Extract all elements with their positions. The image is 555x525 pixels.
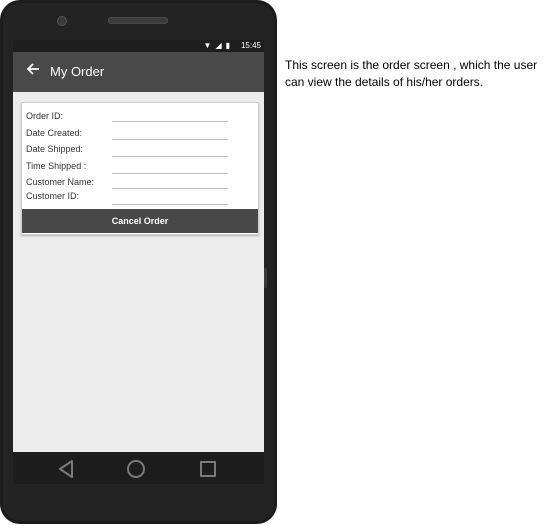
recent-square-icon[interactable] [200, 461, 216, 477]
field-label-customer-name: Customer Name: [26, 177, 95, 187]
field-input-customer-name[interactable] [112, 188, 228, 189]
page-title: My Order [50, 64, 105, 79]
cancel-order-button[interactable]: Cancel Order [22, 209, 258, 233]
earpiece-speaker [108, 17, 168, 24]
field-label-date-created: Date Created: [26, 128, 83, 138]
status-icons: ▼◢▮ [204, 41, 234, 50]
field-label-customer-id: Customer ID: [26, 191, 80, 201]
signal-icon: ◢ [215, 41, 226, 50]
field-input-date-shipped[interactable] [112, 156, 228, 157]
arrow-left-icon[interactable] [26, 62, 42, 80]
field-input-order-id[interactable] [112, 121, 228, 122]
navigation-bar [13, 452, 264, 484]
screen-description: This screen is the order screen , which … [285, 58, 538, 89]
battery-icon: ▮ [225, 41, 234, 50]
app-bar: My Order [13, 52, 264, 92]
back-triangle-icon[interactable] [58, 460, 74, 483]
wifi-icon: ▼ [203, 41, 216, 50]
front-camera [57, 16, 67, 26]
phone-frame: ▼◢▮ 15:45 My Order Order ID: Date Create… [0, 0, 277, 524]
home-circle-icon[interactable] [127, 460, 145, 478]
field-label-time-shipped: Time Shipped : [26, 161, 87, 171]
field-input-date-created[interactable] [112, 139, 228, 140]
field-input-time-shipped[interactable] [112, 173, 228, 174]
status-bar: ▼◢▮ 15:45 [13, 40, 264, 52]
phone-screen: ▼◢▮ 15:45 My Order Order ID: Date Create… [13, 40, 264, 452]
status-time: 15:45 [240, 41, 261, 50]
order-details-card: Order ID: Date Created: Date Shipped: Ti… [21, 102, 259, 235]
field-input-customer-id[interactable] [112, 204, 228, 205]
field-label-date-shipped: Date Shipped: [26, 144, 84, 154]
field-label-order-id: Order ID: [26, 111, 64, 121]
